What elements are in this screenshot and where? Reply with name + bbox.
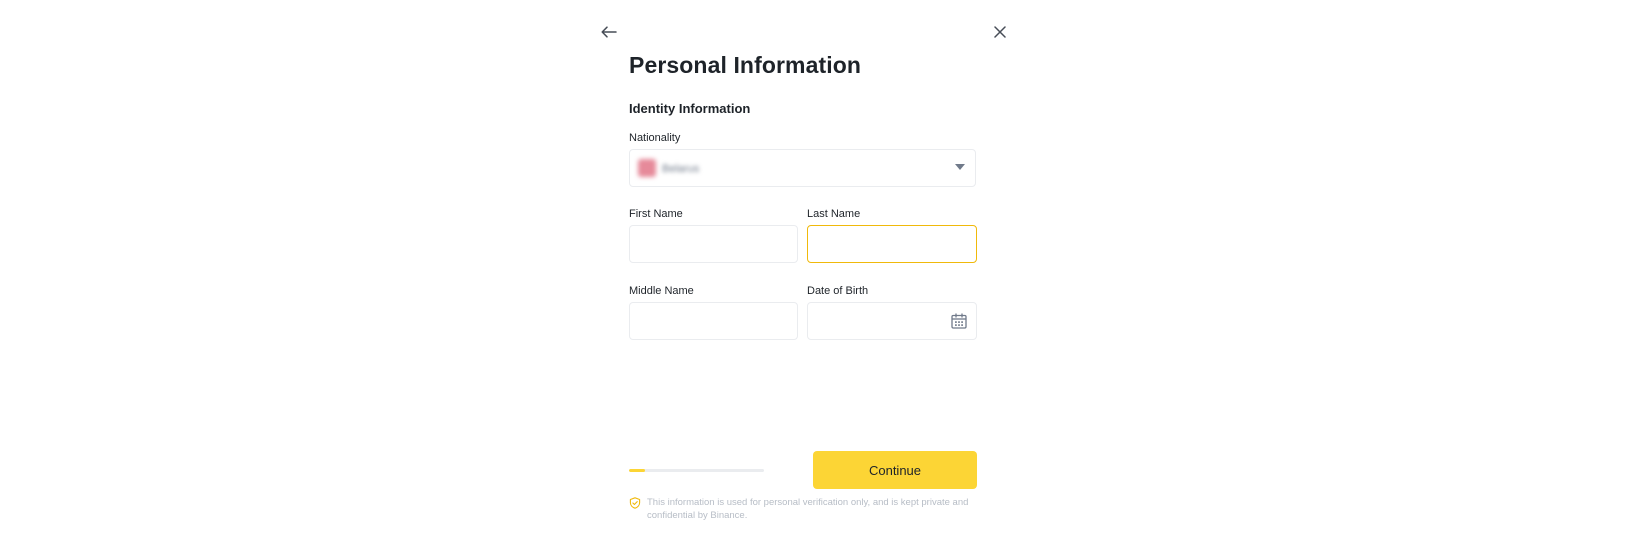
middle-name-field-box [629, 302, 798, 340]
shield-check-icon [629, 497, 641, 509]
nationality-select[interactable]: Belarus [629, 149, 976, 187]
privacy-note: This information is used for personal ve… [629, 496, 979, 522]
first-name-field-box [629, 225, 798, 263]
nationality-value: Belarus [662, 163, 700, 175]
arrow-left-icon [601, 26, 617, 38]
calendar-icon[interactable] [950, 312, 968, 330]
close-icon [994, 26, 1006, 38]
back-button[interactable] [597, 20, 621, 44]
caret-down-icon [955, 164, 965, 170]
section-title: Identity Information [629, 101, 751, 116]
date-of-birth-label: Date of Birth [807, 285, 869, 297]
progress-fill [629, 469, 646, 472]
last-name-field-box [807, 225, 977, 263]
nationality-label: Nationality [629, 132, 681, 144]
last-name-label: Last Name [807, 208, 861, 220]
last-name-input[interactable] [808, 226, 976, 262]
continue-button[interactable]: Continue [813, 451, 977, 489]
first-name-label: First Name [629, 208, 683, 220]
middle-name-label: Middle Name [629, 285, 694, 297]
date-of-birth-field-box [807, 302, 977, 340]
close-button[interactable] [988, 20, 1012, 44]
country-flag-icon [638, 159, 656, 177]
middle-name-input[interactable] [630, 303, 797, 339]
first-name-input[interactable] [630, 226, 797, 262]
progress-bar [629, 469, 764, 472]
privacy-note-text: This information is used for personal ve… [647, 497, 969, 521]
page-title: Personal Information [629, 52, 862, 78]
